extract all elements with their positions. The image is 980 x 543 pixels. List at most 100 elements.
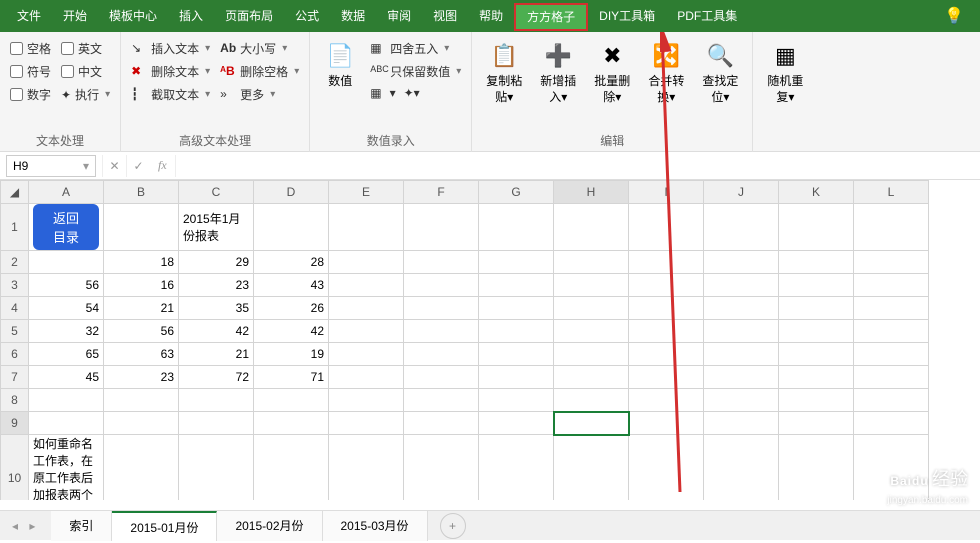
cell[interactable]: 26 <box>254 297 329 320</box>
cell[interactable] <box>854 251 929 274</box>
btn-del-space[interactable]: ᴬB删除空格 <box>220 63 299 80</box>
cell[interactable] <box>704 320 779 343</box>
cell[interactable] <box>479 320 554 343</box>
cell[interactable] <box>779 251 854 274</box>
cell[interactable] <box>629 274 704 297</box>
cell[interactable]: 28 <box>254 251 329 274</box>
cell[interactable] <box>254 435 329 501</box>
cell[interactable] <box>329 297 404 320</box>
row-header[interactable]: 2 <box>1 251 29 274</box>
cell[interactable]: 56 <box>104 320 179 343</box>
tab-layout[interactable]: 页面布局 <box>214 0 284 32</box>
sheet-tab[interactable]: 2015-03月份 <box>323 511 428 541</box>
cell[interactable]: 45 <box>29 366 104 389</box>
cell[interactable] <box>554 251 629 274</box>
cell[interactable] <box>629 343 704 366</box>
cell[interactable]: 21 <box>179 343 254 366</box>
cell[interactable] <box>854 366 929 389</box>
tab-formula[interactable]: 公式 <box>284 0 330 32</box>
edit-btn-2[interactable]: ✖批量删除▾ <box>590 38 634 129</box>
cell[interactable] <box>179 412 254 435</box>
cell[interactable] <box>104 389 179 412</box>
cell[interactable] <box>854 297 929 320</box>
cell[interactable] <box>404 320 479 343</box>
btn-round[interactable]: ▦四舍五入 <box>370 40 461 57</box>
col-header[interactable]: H <box>554 181 629 204</box>
cell[interactable] <box>404 366 479 389</box>
chk-number[interactable]: 数字 <box>10 86 51 103</box>
cell[interactable] <box>554 435 629 501</box>
btn-execute[interactable]: ✦执行 <box>61 86 110 103</box>
cell[interactable] <box>854 204 929 251</box>
tab-help[interactable]: 帮助 <box>468 0 514 32</box>
tab-file[interactable]: 文件 <box>6 0 52 32</box>
sheet-tab[interactable]: 2015-01月份 <box>112 511 217 541</box>
cell[interactable] <box>854 412 929 435</box>
confirm-icon[interactable]: ✓ <box>126 155 150 177</box>
cell[interactable] <box>629 412 704 435</box>
cell[interactable] <box>554 320 629 343</box>
cell[interactable] <box>629 320 704 343</box>
cell[interactable] <box>479 343 554 366</box>
cell[interactable] <box>479 435 554 501</box>
edit-btn-4[interactable]: 🔍查找定位▾ <box>698 38 742 129</box>
edit-btn-3[interactable]: 🔀合并转换▾ <box>644 38 688 129</box>
cell[interactable]: 21 <box>104 297 179 320</box>
cell[interactable]: 23 <box>104 366 179 389</box>
cell[interactable] <box>704 412 779 435</box>
cell[interactable] <box>554 274 629 297</box>
cell[interactable] <box>104 204 179 251</box>
tab-insert[interactable]: 插入 <box>168 0 214 32</box>
cell[interactable] <box>479 297 554 320</box>
cell[interactable]: 16 <box>104 274 179 297</box>
cell[interactable] <box>404 389 479 412</box>
cell[interactable] <box>554 204 629 251</box>
cell[interactable] <box>704 343 779 366</box>
cell[interactable] <box>329 274 404 297</box>
add-sheet-button[interactable]: + <box>440 513 466 539</box>
cell[interactable] <box>29 412 104 435</box>
cancel-icon[interactable]: ✕ <box>102 155 126 177</box>
cell[interactable] <box>779 435 854 501</box>
col-header[interactable]: J <box>704 181 779 204</box>
cell[interactable] <box>854 274 929 297</box>
cell[interactable] <box>629 297 704 320</box>
cell[interactable] <box>704 297 779 320</box>
cell[interactable] <box>704 204 779 251</box>
row-header[interactable]: 3 <box>1 274 29 297</box>
btn-insert-text[interactable]: ↘插入文本 <box>131 40 210 57</box>
cell[interactable] <box>779 412 854 435</box>
tab-nav[interactable]: ◂ ▸ <box>0 519 51 533</box>
cell[interactable] <box>254 204 329 251</box>
worksheet-grid[interactable]: ◢ABCDEFGHIJKL1返回目录2015年1月份报表218292835616… <box>0 180 980 500</box>
cell[interactable] <box>329 204 404 251</box>
cell[interactable] <box>104 412 179 435</box>
cell[interactable] <box>629 389 704 412</box>
fx-icon[interactable]: fx <box>150 158 175 173</box>
cell[interactable]: 返回目录 <box>29 204 104 251</box>
col-header[interactable]: F <box>404 181 479 204</box>
cell[interactable]: 23 <box>179 274 254 297</box>
col-header[interactable]: G <box>479 181 554 204</box>
help-bulb-icon[interactable]: 💡 <box>934 6 974 26</box>
cell[interactable]: 18 <box>104 251 179 274</box>
row-header[interactable]: 5 <box>1 320 29 343</box>
edit-btn-0[interactable]: 📋复制粘贴▾ <box>482 38 526 129</box>
cell[interactable] <box>704 435 779 501</box>
cell[interactable] <box>479 389 554 412</box>
cell[interactable]: 65 <box>29 343 104 366</box>
col-header[interactable]: C <box>179 181 254 204</box>
cell[interactable] <box>29 389 104 412</box>
col-header[interactable]: K <box>779 181 854 204</box>
cell[interactable] <box>404 204 479 251</box>
tab-diy[interactable]: DIY工具箱 <box>588 0 666 32</box>
cell[interactable] <box>779 274 854 297</box>
col-header[interactable]: E <box>329 181 404 204</box>
sheet-tab[interactable]: 2015-02月份 <box>217 511 322 541</box>
cell[interactable]: 71 <box>254 366 329 389</box>
btn-misc[interactable]: ▦▾✦▾ <box>370 86 461 100</box>
cell[interactable] <box>179 435 254 501</box>
row-header[interactable]: 7 <box>1 366 29 389</box>
sheet-tab[interactable]: 索引 <box>51 511 112 541</box>
cell[interactable]: 42 <box>179 320 254 343</box>
